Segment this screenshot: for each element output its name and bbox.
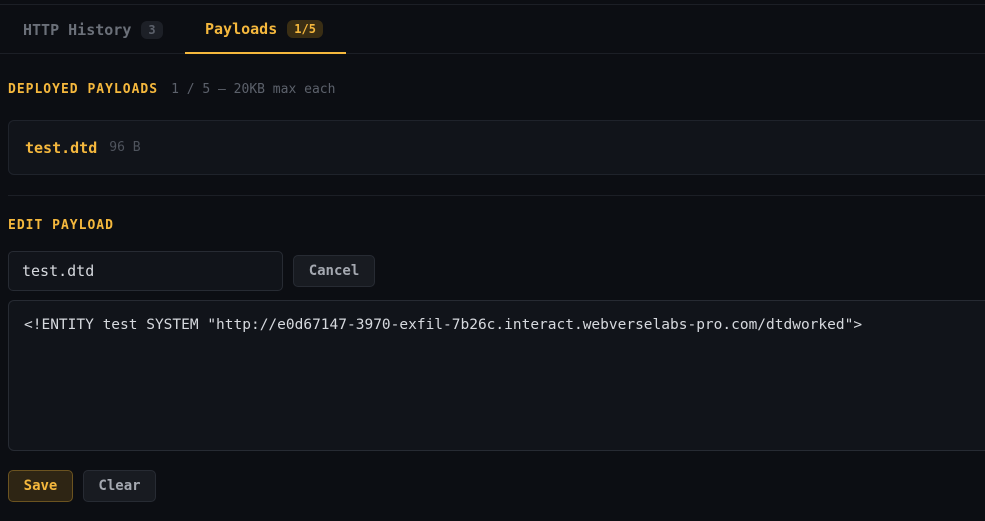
- filename-input[interactable]: [8, 251, 283, 291]
- payload-quota-text: 1 / 5 — 20KB max each: [171, 82, 336, 97]
- payload-size: 96 B: [109, 140, 141, 155]
- payload-content-editor[interactable]: <!ENTITY test SYSTEM "http://e0d67147-39…: [8, 300, 985, 451]
- clear-button[interactable]: Clear: [83, 470, 156, 502]
- tab-count-badge: 3: [141, 20, 163, 39]
- payload-list-item[interactable]: test.dtd 96 B: [8, 120, 985, 175]
- tab-label: Payloads: [205, 19, 278, 38]
- save-button[interactable]: Save: [8, 470, 73, 502]
- tab-http-history[interactable]: HTTP History 3: [23, 5, 163, 54]
- section-divider: [8, 195, 985, 196]
- tab-count-badge: 1/5: [287, 19, 323, 38]
- tab-bar: HTTP History 3 Payloads 1/5: [0, 5, 985, 54]
- cancel-button[interactable]: Cancel: [293, 255, 375, 287]
- tab-label: HTTP History: [23, 20, 132, 39]
- edit-payload-title: EDIT PAYLOAD: [8, 218, 114, 233]
- payload-filename: test.dtd: [25, 138, 98, 157]
- tab-payloads[interactable]: Payloads 1/5: [185, 5, 346, 54]
- deployed-payloads-header: DEPLOYED PAYLOADS 1 / 5 — 20KB max each: [8, 82, 335, 97]
- section-title: DEPLOYED PAYLOADS: [8, 82, 159, 97]
